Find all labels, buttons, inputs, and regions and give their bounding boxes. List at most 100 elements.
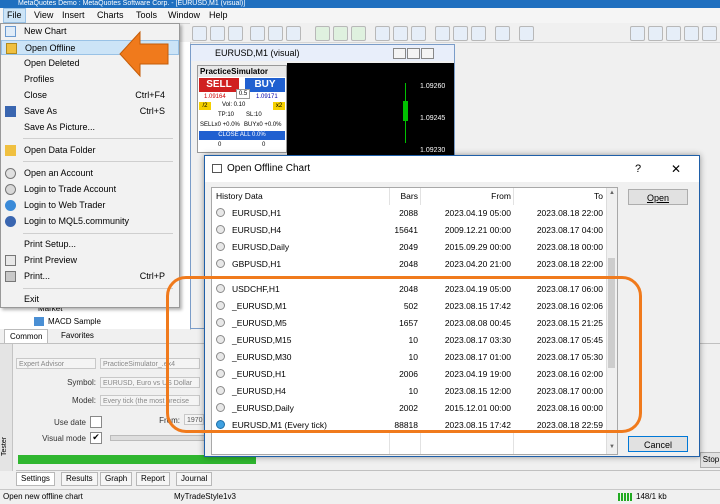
- symbol-label: Symbol:: [67, 378, 96, 387]
- close-icon[interactable]: [421, 48, 434, 59]
- menu-window[interactable]: Window: [165, 8, 203, 23]
- menu-file[interactable]: File: [3, 8, 26, 23]
- candlestick-icon[interactable]: [333, 26, 348, 41]
- menu-item-login-web-trader[interactable]: Login to Web Trader: [1, 198, 179, 213]
- chart-window-titlebar: EURUSD,M1 (visual): [191, 45, 454, 61]
- tree-item-macd-sample[interactable]: MACD Sample: [48, 317, 101, 326]
- menu-separator: [23, 138, 173, 139]
- open-button[interactable]: Open: [628, 189, 688, 205]
- visual-mode-label: Visual mode: [42, 434, 86, 443]
- menu-charts[interactable]: Charts: [94, 8, 127, 23]
- menu-item-exit[interactable]: Exit: [1, 292, 179, 307]
- toolbar-button-icon[interactable]: [250, 26, 265, 41]
- chart-window-title: EURUSD,M1 (visual): [215, 48, 300, 58]
- indicators-icon[interactable]: [471, 26, 486, 41]
- menu-view[interactable]: View: [31, 8, 56, 23]
- stop-loss-label[interactable]: SL:10: [246, 112, 262, 118]
- trendline-icon[interactable]: [702, 26, 717, 41]
- speed-slider[interactable]: [110, 435, 206, 441]
- toolbar-button-icon[interactable]: [228, 26, 243, 41]
- cancel-button[interactable]: Cancel: [628, 436, 688, 452]
- restore-icon[interactable]: [407, 48, 420, 59]
- tile-icon[interactable]: [411, 26, 426, 41]
- tab-favorites[interactable]: Favorites: [56, 330, 99, 342]
- zoom-out-icon[interactable]: [393, 26, 408, 41]
- history-file-icon: [216, 259, 225, 268]
- half-volume-button[interactable]: /2: [199, 102, 211, 110]
- column-from[interactable]: From: [423, 188, 511, 205]
- toolbar-button-icon[interactable]: [192, 26, 207, 41]
- simulator-title: PracticeSimulator: [198, 66, 286, 77]
- minimize-icon[interactable]: [393, 48, 406, 59]
- toolbar-button-icon[interactable]: [286, 26, 301, 41]
- horizontal-line-icon[interactable]: [684, 26, 699, 41]
- shift-icon[interactable]: [453, 26, 468, 41]
- tab-journal[interactable]: Journal: [176, 472, 213, 486]
- use-date-checkbox[interactable]: [90, 416, 102, 428]
- menu-item-login-trade[interactable]: Login to Trade Account: [1, 182, 179, 197]
- tab-report[interactable]: Report: [136, 472, 171, 486]
- table-row[interactable]: EURUSD,H1 2088 2023.04.19 05:00 2023.08.18 …: [212, 205, 606, 223]
- column-bars[interactable]: Bars: [392, 188, 418, 205]
- practice-simulator-panel: PracticeSimulator SELL BUY 0.5 1.09164 1…: [197, 65, 287, 153]
- take-profit-label[interactable]: TP:10: [218, 112, 234, 118]
- period-icon[interactable]: [495, 26, 510, 41]
- row-from: 2023.04.20 21:00: [444, 259, 511, 269]
- toolbar-button-icon[interactable]: [210, 26, 225, 41]
- menu-insert[interactable]: Insert: [59, 8, 88, 23]
- status-profile: MyTradeStyle1v3: [174, 492, 236, 501]
- visual-mode-checkbox[interactable]: ✔: [90, 432, 102, 444]
- menu-item-print-setup[interactable]: Print Setup...: [1, 237, 179, 252]
- tab-settings[interactable]: Settings: [16, 472, 55, 486]
- table-row[interactable]: EURUSD,H4 15641 2009.12.21 00:00 2023.08.17…: [212, 222, 606, 240]
- tab-graph[interactable]: Graph: [100, 472, 133, 486]
- zoom-in-icon[interactable]: [375, 26, 390, 41]
- menu-item-open-data-folder[interactable]: Open Data Folder: [1, 143, 179, 158]
- print-preview-icon: [5, 255, 16, 266]
- menu-item-open-account[interactable]: Open an Account: [1, 166, 179, 181]
- tab-common[interactable]: Common: [4, 329, 49, 344]
- close-all-button[interactable]: CLOSE ALL 0.0%: [199, 131, 285, 140]
- menu-item-close[interactable]: Close Ctrl+F4: [1, 88, 179, 103]
- scroll-icon[interactable]: [435, 26, 450, 41]
- vertical-line-icon[interactable]: [666, 26, 681, 41]
- row-bars: 2049: [399, 242, 418, 252]
- menu-tools[interactable]: Tools: [133, 8, 160, 23]
- row-symbol: GBPUSD,H1: [232, 259, 282, 269]
- help-button[interactable]: ?: [635, 156, 641, 182]
- menu-item-print[interactable]: Print... Ctrl+P: [1, 269, 179, 284]
- buy-percent: BUYx0 +0.0%: [244, 122, 282, 128]
- dialog-close-button[interactable]: ✕: [671, 156, 681, 182]
- status-traffic: 148/1 kb: [636, 492, 667, 501]
- row-from: 2015.09.29 00:00: [444, 242, 511, 252]
- double-volume-button[interactable]: x2: [273, 102, 285, 110]
- menu-item-print-preview[interactable]: Print Preview: [1, 253, 179, 268]
- column-to[interactable]: To: [515, 188, 603, 205]
- menu-item-label: Profiles: [24, 74, 55, 84]
- scroll-down-icon[interactable]: ▼: [609, 444, 615, 450]
- annotation-highlight-box: [166, 276, 642, 433]
- menu-item-login-mql5[interactable]: Login to MQL5.community: [1, 214, 179, 229]
- buy-button[interactable]: BUY: [245, 78, 285, 92]
- stop-button[interactable]: Stop: [700, 452, 720, 468]
- line-chart-icon[interactable]: [351, 26, 366, 41]
- templates-icon[interactable]: [519, 26, 534, 41]
- bar-chart-icon[interactable]: [315, 26, 330, 41]
- menu-item-save-as-picture[interactable]: Save As Picture...: [1, 120, 179, 135]
- table-row[interactable]: GBPUSD,H1 2048 2023.04.20 21:00 2023.08.18 …: [212, 256, 606, 274]
- column-history-data[interactable]: History Data: [216, 188, 263, 205]
- toolbar-button-icon[interactable]: [268, 26, 283, 41]
- table-row[interactable]: EURUSD,Daily 2049 2015.09.29 00:00 2023.08.…: [212, 239, 606, 257]
- cursor-icon[interactable]: [630, 26, 645, 41]
- row-symbol: EURUSD,Daily: [232, 242, 290, 252]
- tester-type-select[interactable]: Expert Advisor: [16, 358, 96, 369]
- tab-results[interactable]: Results: [61, 472, 98, 486]
- menu-help[interactable]: Help: [206, 8, 231, 23]
- scroll-up-icon[interactable]: ▲: [609, 190, 615, 196]
- menu-item-save-as[interactable]: Save As Ctrl+S: [1, 104, 179, 119]
- row-to: 2023.08.18 22:00: [536, 208, 603, 218]
- crosshair-icon[interactable]: [648, 26, 663, 41]
- print-icon: [5, 271, 16, 282]
- menu-item-shortcut: Ctrl+P: [139, 271, 165, 281]
- sell-button[interactable]: SELL: [199, 78, 239, 92]
